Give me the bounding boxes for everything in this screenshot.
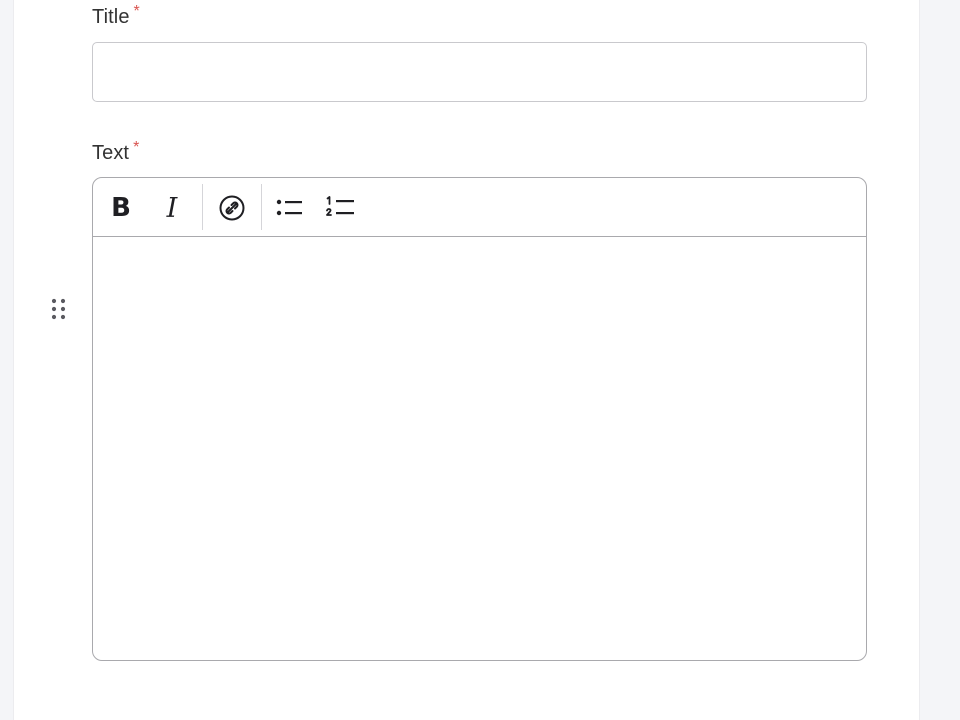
required-marker: * [133,3,140,20]
italic-button[interactable]: I [150,186,194,230]
rich-text-editor: B I [92,177,867,661]
numbered-list-button[interactable] [319,186,363,230]
text-label-text: Text [92,142,130,164]
text-label: Text * [92,139,140,165]
editor-toolbar: B I [93,178,866,237]
link-button[interactable] [210,186,254,230]
title-label-text: Title [92,6,130,28]
bold-icon: B [111,193,131,223]
numbered-list-icon [326,196,354,216]
bold-button[interactable]: B [99,186,143,230]
form-card: Title * Text * B I [13,0,920,720]
toolbar-divider [202,184,203,230]
drag-handle-icon[interactable] [48,297,72,327]
link-icon [219,195,245,221]
title-input[interactable] [92,42,867,102]
required-marker: * [133,139,140,156]
toolbar-divider [261,184,262,230]
italic-icon: I [166,192,178,224]
bullet-list-button[interactable] [268,186,312,230]
editor-content-area[interactable] [93,237,866,660]
bullet-list-icon [276,199,302,216]
title-label: Title * [92,3,140,29]
